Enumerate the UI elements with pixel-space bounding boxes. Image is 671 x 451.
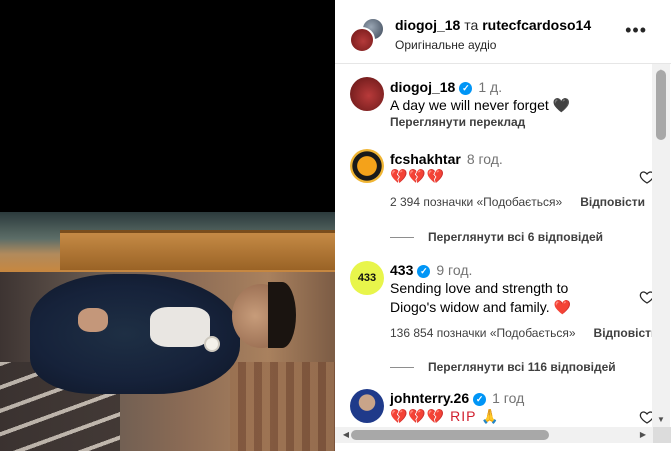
vertical-scrollbar[interactable]: ▲ ▼ xyxy=(652,64,670,428)
verified-badge-icon: ✓ xyxy=(459,82,473,95)
view-replies-label: Переглянути всі 116 відповідей xyxy=(428,360,616,374)
scroll-thumb[interactable] xyxy=(351,430,549,440)
author-username[interactable]: diogoj_18 xyxy=(395,17,460,33)
comments-list: diogoj_18 ✓ 1 д. A day we will never forge… xyxy=(335,65,655,427)
post-authors: diogoj_18 та rutecfcardoso14 xyxy=(395,17,591,33)
post-header: diogoj_18 та rutecfcardoso14 Оригінальне… xyxy=(335,0,671,64)
avatar[interactable] xyxy=(349,27,375,53)
verified-badge-icon: ✓ xyxy=(417,265,431,278)
comment-text: 💔💔💔 xyxy=(390,168,446,184)
avatar[interactable]: 433 xyxy=(350,261,384,295)
scroll-right-arrow-icon[interactable]: ▶ xyxy=(635,427,651,443)
horizontal-scrollbar[interactable]: ◀ ▶ xyxy=(335,427,671,443)
caption-text: A day we will never forget 🖤 xyxy=(390,97,571,113)
reply-button[interactable]: Відповісти xyxy=(594,326,655,340)
comment-username[interactable]: fcshakhtar xyxy=(390,151,461,167)
more-options-icon[interactable]: ••• xyxy=(625,20,647,41)
avatar[interactable] xyxy=(350,389,384,423)
scroll-down-arrow-icon[interactable]: ▼ xyxy=(652,412,670,428)
collab-avatars[interactable] xyxy=(349,17,385,53)
timestamp[interactable]: 1 год xyxy=(492,390,524,406)
author-username[interactable]: rutecfcardoso14 xyxy=(482,17,591,33)
verified-badge-icon: ✓ xyxy=(473,393,487,406)
view-replies-button[interactable]: Переглянути всі 6 відповідей xyxy=(390,230,603,244)
translate-link[interactable]: Переглянути переклад xyxy=(390,115,525,129)
comment-username[interactable]: 433 xyxy=(390,262,413,278)
view-replies-label: Переглянути всі 6 відповідей xyxy=(428,230,603,244)
timestamp[interactable]: 9 год. xyxy=(436,262,472,278)
comment-username[interactable]: johnterry.26 xyxy=(390,390,469,406)
audio-link[interactable]: Оригінальне аудіо xyxy=(395,38,496,52)
comment-text: Sending love and strength to Diogo's wid… xyxy=(390,280,571,315)
reply-button[interactable]: Відповісти xyxy=(580,195,645,209)
timestamp[interactable]: 8 год. xyxy=(467,151,503,167)
caption-username[interactable]: diogoj_18 xyxy=(390,79,455,95)
video-frame xyxy=(0,212,335,451)
post-video[interactable] xyxy=(0,0,335,451)
comment-text: 💔💔💔 RIP 🙏 xyxy=(390,408,500,424)
likes-count[interactable]: 2 394 позначки «Подобається» xyxy=(390,195,562,209)
post-details-panel: diogoj_18 та rutecfcardoso14 Оригінальне… xyxy=(335,0,671,451)
timestamp[interactable]: 1 д. xyxy=(478,79,502,95)
authors-joiner: та xyxy=(464,17,479,33)
scroll-thumb[interactable] xyxy=(656,70,666,140)
avatar[interactable] xyxy=(350,77,384,111)
view-replies-button[interactable]: Переглянути всі 116 відповідей xyxy=(390,360,616,374)
avatar[interactable] xyxy=(350,149,384,183)
likes-count[interactable]: 136 854 позначки «Подобається» xyxy=(390,326,576,340)
